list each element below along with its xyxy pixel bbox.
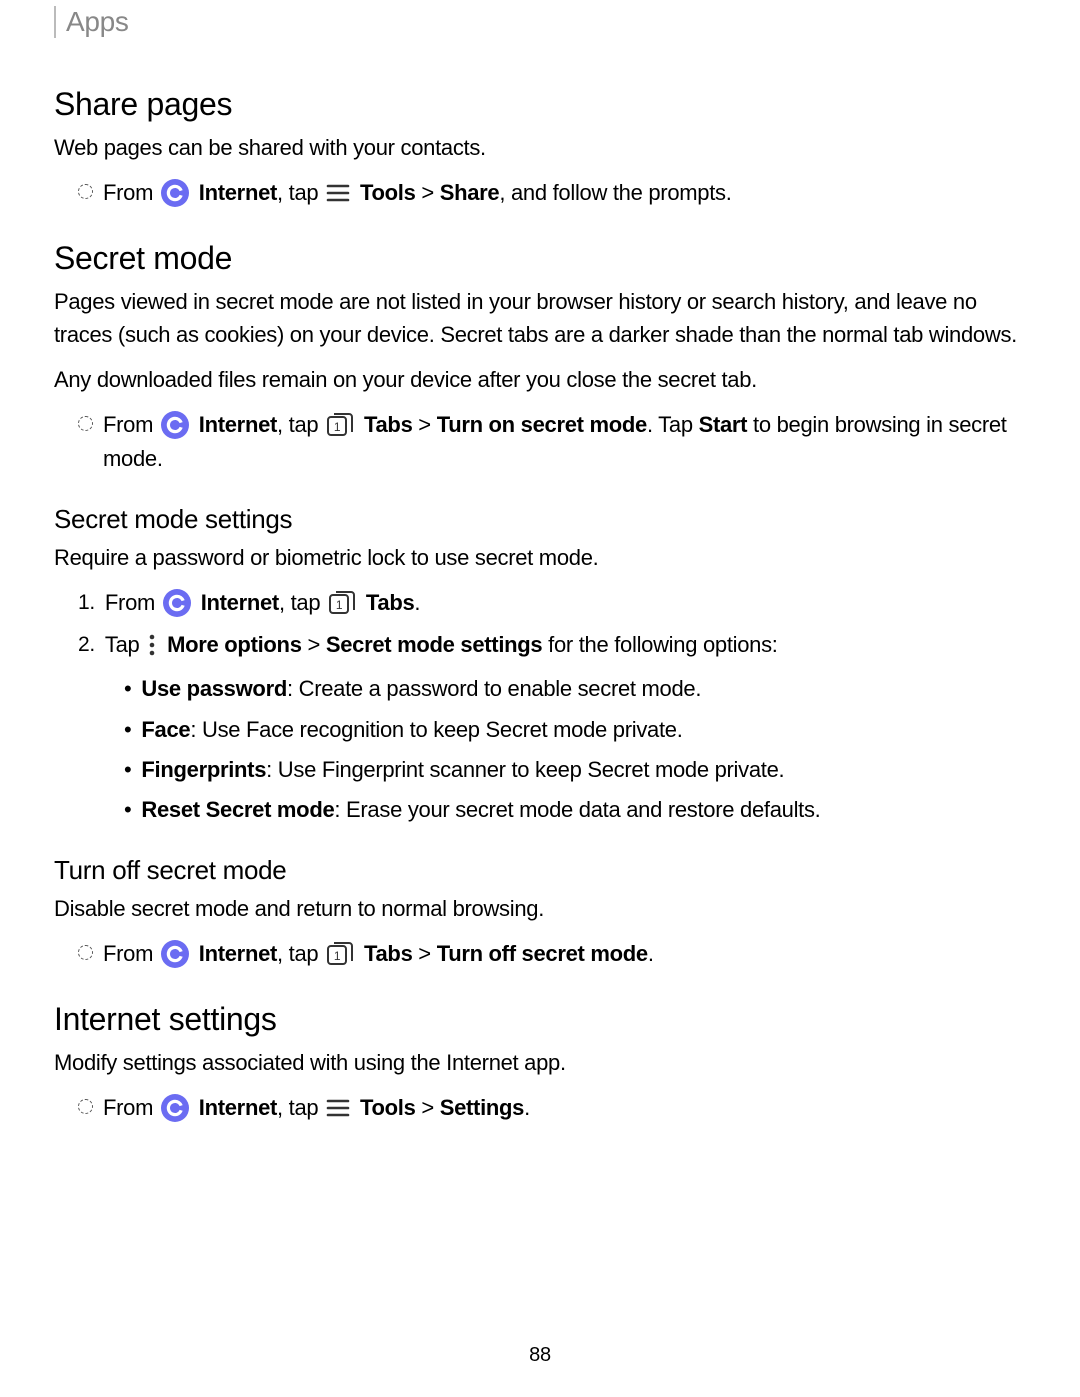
heading-turn-off-secret-mode: Turn off secret mode [54, 855, 1026, 886]
text-bold: Tabs [364, 941, 413, 966]
header-breadcrumb: Apps [54, 6, 1026, 38]
text: : Use Fingerprint scanner to keep Secret… [266, 757, 784, 782]
svg-text:1: 1 [334, 420, 341, 434]
text: , tap [277, 412, 324, 437]
text-bold: Secret mode settings [326, 632, 543, 657]
text: : Erase your secret mode data and restor… [334, 797, 820, 822]
svg-text:1: 1 [336, 598, 343, 612]
text-bold: Share [440, 180, 500, 205]
text: , tap [277, 180, 324, 205]
text: > [416, 180, 440, 205]
text: From [105, 590, 161, 615]
paragraph: Pages viewed in secret mode are not list… [54, 285, 1026, 351]
bullet-icon: • [124, 672, 131, 706]
internet-app-icon [161, 179, 189, 207]
list-item: 1. From Internet, tap 1 Tabs. [78, 586, 1026, 620]
text-bold: Fingerprints [141, 757, 266, 782]
text-bold: Turn on secret mode [437, 412, 647, 437]
page-content: Apps Share pages Web pages can be shared… [0, 0, 1080, 1397]
text: , tap [277, 1095, 324, 1120]
paragraph: Require a password or biometric lock to … [54, 541, 1026, 574]
text-bold: Settings [440, 1095, 524, 1120]
page-number: 88 [0, 1344, 1080, 1367]
text-bold: Tabs [366, 590, 415, 615]
text-bold: Internet [199, 180, 277, 205]
paragraph: Modify settings associated with using th… [54, 1046, 1026, 1079]
number-marker: 2. [78, 629, 95, 662]
number-marker: 1. [78, 587, 95, 620]
bullet-icon: • [124, 793, 131, 827]
heading-secret-mode-settings: Secret mode settings [54, 504, 1026, 535]
text: > [413, 412, 437, 437]
list-item: From Internet, tap Tools > Settings. [78, 1091, 1026, 1125]
paragraph: Web pages can be shared with your contac… [54, 131, 1026, 164]
text: . [524, 1095, 530, 1120]
text: . [414, 590, 420, 615]
text: , and follow the prompts. [499, 180, 731, 205]
text: , tap [277, 941, 324, 966]
list-item: From Internet, tap 1 Tabs > Turn off sec… [78, 937, 1026, 971]
tabs-icon: 1 [328, 590, 356, 616]
text: . Tap [647, 412, 699, 437]
text-bold: Turn off secret mode [437, 941, 648, 966]
internet-app-icon [161, 1094, 189, 1122]
text: for the following options: [542, 632, 777, 657]
paragraph: Disable secret mode and return to normal… [54, 892, 1026, 925]
circle-bullet-icon [78, 184, 93, 199]
internet-app-icon [161, 411, 189, 439]
internet-app-icon [163, 589, 191, 617]
text: From [103, 1095, 159, 1120]
text-bold: Reset Secret mode [141, 797, 334, 822]
list-item: 2. Tap More options > Secret mode settin… [78, 628, 1026, 662]
list-item: • Fingerprints: Use Fingerprint scanner … [124, 753, 1026, 787]
heading-share-pages: Share pages [54, 86, 1026, 123]
text-bold: Internet [199, 412, 277, 437]
text: > [416, 1095, 440, 1120]
list-item: • Face: Use Face recognition to keep Sec… [124, 713, 1026, 747]
list-item: • Use password: Create a password to ena… [124, 672, 1026, 706]
text: From [103, 180, 159, 205]
bullet-icon: • [124, 713, 131, 747]
text-bold: Start [699, 412, 748, 437]
text-bold: Face [141, 717, 190, 742]
list-item: From Internet, tap Tools > Share, and fo… [78, 176, 1026, 210]
text: . [648, 941, 654, 966]
text: > [413, 941, 437, 966]
text: , tap [279, 590, 326, 615]
list-item: • Reset Secret mode: Erase your secret m… [124, 793, 1026, 827]
text-bold: Tools [360, 180, 416, 205]
hamburger-menu-icon [326, 1098, 350, 1118]
text-bold: Internet [199, 1095, 277, 1120]
heading-secret-mode: Secret mode [54, 240, 1026, 277]
text: : Create a password to enable secret mod… [287, 676, 701, 701]
circle-bullet-icon [78, 945, 93, 960]
tabs-icon: 1 [326, 941, 354, 967]
internet-app-icon [161, 940, 189, 968]
circle-bullet-icon [78, 416, 93, 431]
text-bold: More options [167, 632, 302, 657]
circle-bullet-icon [78, 1099, 93, 1114]
text: Tap [105, 632, 145, 657]
text-bold: Use password [141, 676, 287, 701]
text: > [302, 632, 326, 657]
text-bold: Tabs [364, 412, 413, 437]
text: From [103, 941, 159, 966]
bullet-icon: • [124, 753, 131, 787]
hamburger-menu-icon [326, 183, 350, 203]
svg-text:1: 1 [334, 949, 341, 963]
list-item: From Internet, tap 1 Tabs > Turn on secr… [78, 408, 1026, 476]
text-bold: Internet [199, 941, 277, 966]
text: : Use Face recognition to keep Secret mo… [190, 717, 682, 742]
text: From [103, 412, 159, 437]
more-options-icon [147, 633, 157, 657]
tabs-icon: 1 [326, 412, 354, 438]
text-bold: Internet [201, 590, 279, 615]
heading-internet-settings: Internet settings [54, 1001, 1026, 1038]
paragraph: Any downloaded files remain on your devi… [54, 363, 1026, 396]
text-bold: Tools [360, 1095, 416, 1120]
